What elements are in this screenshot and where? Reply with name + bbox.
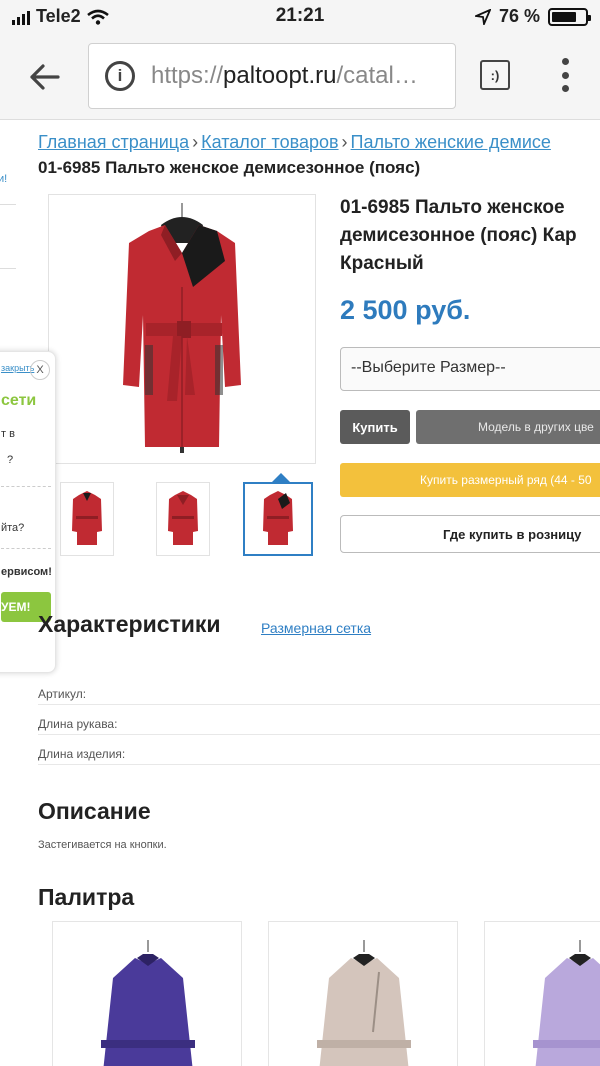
product-title-line: демисезонное (пояс) Кар [340,225,577,246]
palette-item[interactable] [484,921,600,1066]
description-text: Застегивается на кнопки. [38,839,167,851]
product-price: 2 500 руб. [340,295,471,325]
other-colors-button[interactable]: Модель в других цве [416,410,600,444]
left-strip-text[interactable]: и! [0,173,7,185]
buy-size-range-button[interactable]: Купить размерный ряд (44 - 50 [340,463,600,497]
url-text[interactable]: https://paltoopt.ru/catal… [151,62,441,90]
widget-text: т в [1,428,15,440]
where-to-buy-retail-button[interactable]: Где купить в розницу [340,515,600,553]
palette-coat-image [533,940,600,1066]
product-main-image[interactable] [48,194,316,464]
breadcrumb-category[interactable]: Пальто женские демисе [351,132,551,152]
thumbnail-coat-image [263,491,293,545]
battery-level-fill [552,11,577,22]
page-title: 01-6985 Пальто женское демисезонное (поя… [38,158,421,177]
widget-text: ервисом! [1,566,52,578]
description-heading: Описание [38,798,151,824]
characteristics-heading: Характеристики [38,611,221,637]
url-domain: paltoopt.ru [223,62,337,89]
url-path: /catal… [336,62,418,89]
coat-image [123,203,241,453]
size-chart-link[interactable]: Размерная сетка [261,620,371,636]
product-title: 01-6985 Пальто женское демисезонное (поя… [340,194,600,278]
thumbnail-coat-image [72,491,102,545]
spec-row-item-length: Длина изделия: [38,747,600,765]
location-arrow-icon [474,8,491,25]
status-right: 76 % [474,6,591,27]
product-title-line: Красный [340,253,424,274]
product-title-line: 01-6985 Пальто женское [340,197,565,218]
breadcrumb-home[interactable]: Главная страница [38,132,189,152]
thumbnail-coat-image [168,491,198,545]
reader-mode-icon[interactable]: :) [480,60,510,90]
divider [0,268,16,269]
breadcrumb-separator: › [341,132,348,152]
breadcrumb: Главная страница › Каталог товаров › Пальто … [38,132,551,153]
divider [1,548,51,549]
site-info-icon[interactable]: i [105,61,135,91]
widget-title: сети [1,392,37,409]
widget-text: йта? [1,522,25,534]
divider [0,204,16,205]
thumbnail-2[interactable] [156,482,210,556]
close-icon[interactable]: X [30,360,50,380]
spec-row-sleeve-length: Длина рукава: [38,717,600,735]
thumbnail-1[interactable] [60,482,114,556]
battery-percent: 76 % [498,6,540,26]
size-select[interactable]: --Выберите Размер-- [340,347,600,391]
palette-item[interactable] [52,921,242,1066]
spec-row-article: Артикул: [38,687,600,705]
palette-coat-image [101,940,195,1066]
thumbnail-selection-caret [272,473,290,482]
breadcrumb-separator: › [192,132,199,152]
widget-text: ? [7,454,14,466]
battery-icon [548,7,591,26]
divider [1,486,51,487]
url-scheme: https:// [151,62,224,89]
browser-toolbar: i https://paltoopt.ru/catal… :) [0,34,600,120]
back-arrow-icon[interactable] [28,60,62,94]
palette-coat-image [317,940,411,1066]
status-bar: Tele2 21:21 76 % [0,0,600,34]
palette-item[interactable] [268,921,458,1066]
palette-heading: Палитра [38,884,135,910]
address-bar[interactable]: i https://paltoopt.ru/catal… [88,43,456,109]
more-menu-icon[interactable] [560,58,570,92]
buy-button[interactable]: Купить [340,410,410,444]
thumbnail-3-selected[interactable] [243,482,313,556]
breadcrumb-catalog[interactable]: Каталог товаров [201,132,338,152]
web-page: и! Главная страница › Каталог товаров › Паль… [0,121,600,1066]
